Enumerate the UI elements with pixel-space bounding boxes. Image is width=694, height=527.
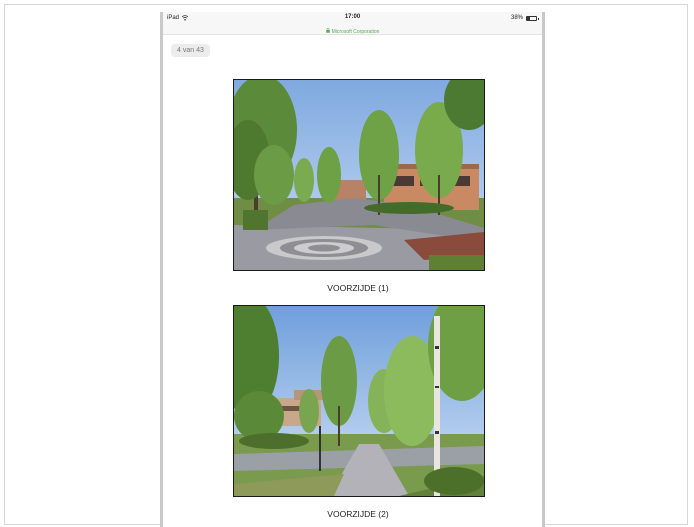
battery-percent: 38% [510,15,523,21]
battery-fill [527,16,531,20]
photo-caption-1: VOORZIJDE (1) [327,283,389,293]
clock: 17:00 [344,14,361,20]
ipad-screen: iPad 17:00 Microsoft Corporation 38% 4 v… [163,12,542,527]
battery-icon [526,15,539,21]
page-counter: 4 van 43 [171,44,210,57]
host-label: Microsoft Corporation [331,28,380,35]
photo-street-birch [234,306,484,496]
site-host[interactable]: Microsoft Corporation [325,27,380,35]
status-center: 17:00 Microsoft Corporation [163,14,542,38]
status-bar: iPad 17:00 Microsoft Corporation 38% [163,12,542,35]
photo-street-roundabout [234,80,484,270]
lock-icon [325,27,330,35]
status-right: 38% [510,15,539,21]
photo-front-2 [233,305,485,497]
photo-caption-2: VOORZIJDE (2) [327,509,389,519]
photo-front-1 [233,79,485,271]
ipad-bezel-right [542,12,545,527]
